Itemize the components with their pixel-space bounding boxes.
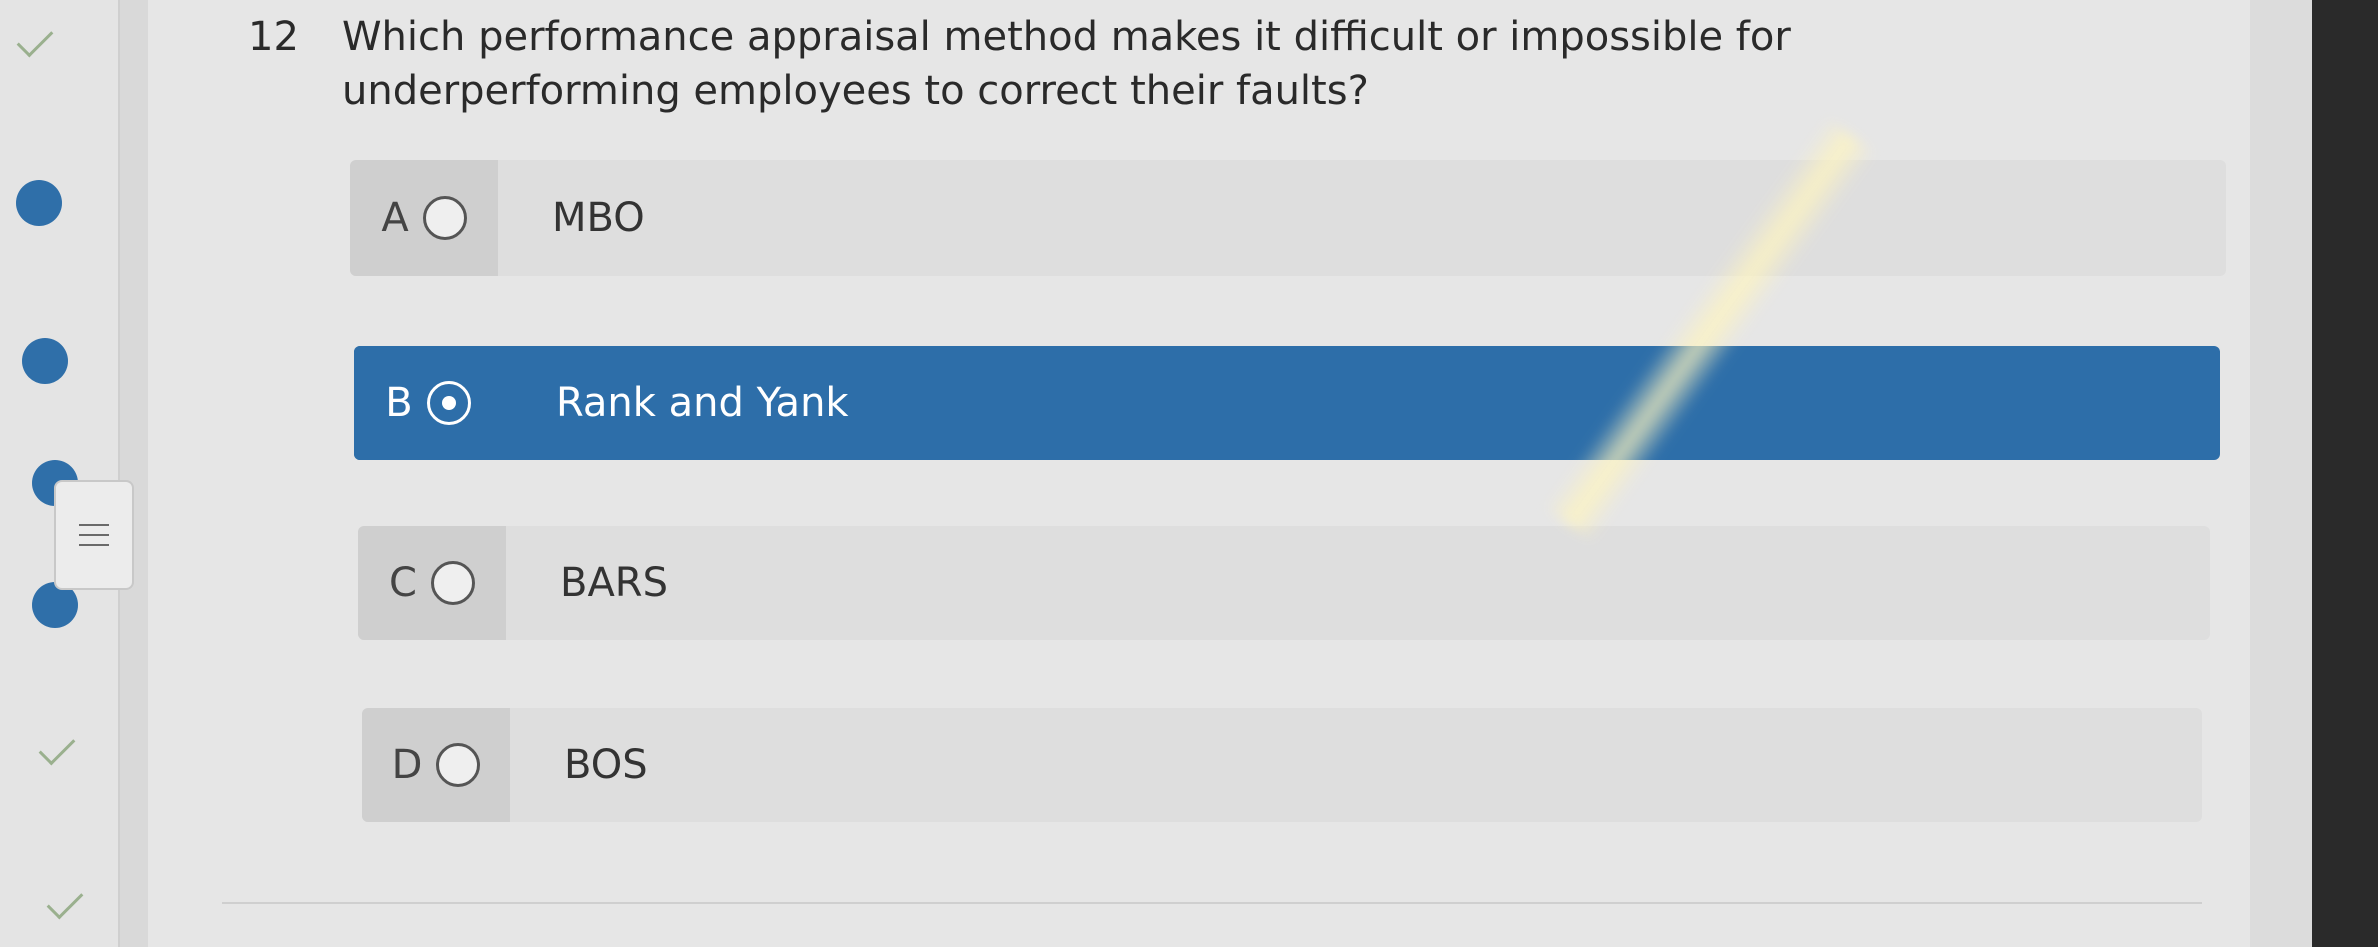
radio-unselected-icon[interactable]: [430, 561, 475, 605]
option-d-key: D: [362, 708, 510, 822]
divider: [222, 902, 2202, 904]
option-d[interactable]: D BOS: [362, 708, 2202, 822]
option-a-key: A: [350, 160, 498, 276]
radio-unselected-icon[interactable]: [436, 743, 481, 787]
option-d-letter: D: [391, 742, 423, 788]
option-a[interactable]: A MBO: [350, 160, 2226, 276]
hamburger-icon: [79, 524, 109, 546]
question-number: 12: [248, 14, 299, 60]
option-b-key: B: [354, 346, 502, 460]
option-a-label: MBO: [552, 195, 645, 241]
option-b-label: Rank and Yank: [556, 380, 849, 426]
option-b-letter: B: [385, 380, 413, 426]
question-navigator: [0, 0, 120, 947]
answered-check-icon: [46, 882, 84, 920]
option-d-label: BOS: [564, 742, 648, 788]
answered-check-icon: [38, 728, 76, 766]
navigator-menu-button[interactable]: [54, 480, 134, 590]
radio-unselected-icon[interactable]: [422, 196, 467, 240]
option-b[interactable]: B Rank and Yank: [354, 346, 2220, 460]
option-a-letter: A: [381, 195, 409, 241]
nav-question-dot[interactable]: [16, 180, 62, 226]
question-text: Which performance appraisal method makes…: [342, 14, 1791, 114]
screen-edge: [2312, 0, 2378, 947]
radio-selected-icon[interactable]: [426, 381, 471, 425]
option-c-key: C: [358, 526, 506, 640]
answered-check-icon: [16, 20, 54, 58]
option-c-label: BARS: [560, 560, 668, 606]
nav-question-dot[interactable]: [22, 338, 68, 384]
option-c-letter: C: [389, 560, 417, 606]
option-c[interactable]: C BARS: [358, 526, 2210, 640]
